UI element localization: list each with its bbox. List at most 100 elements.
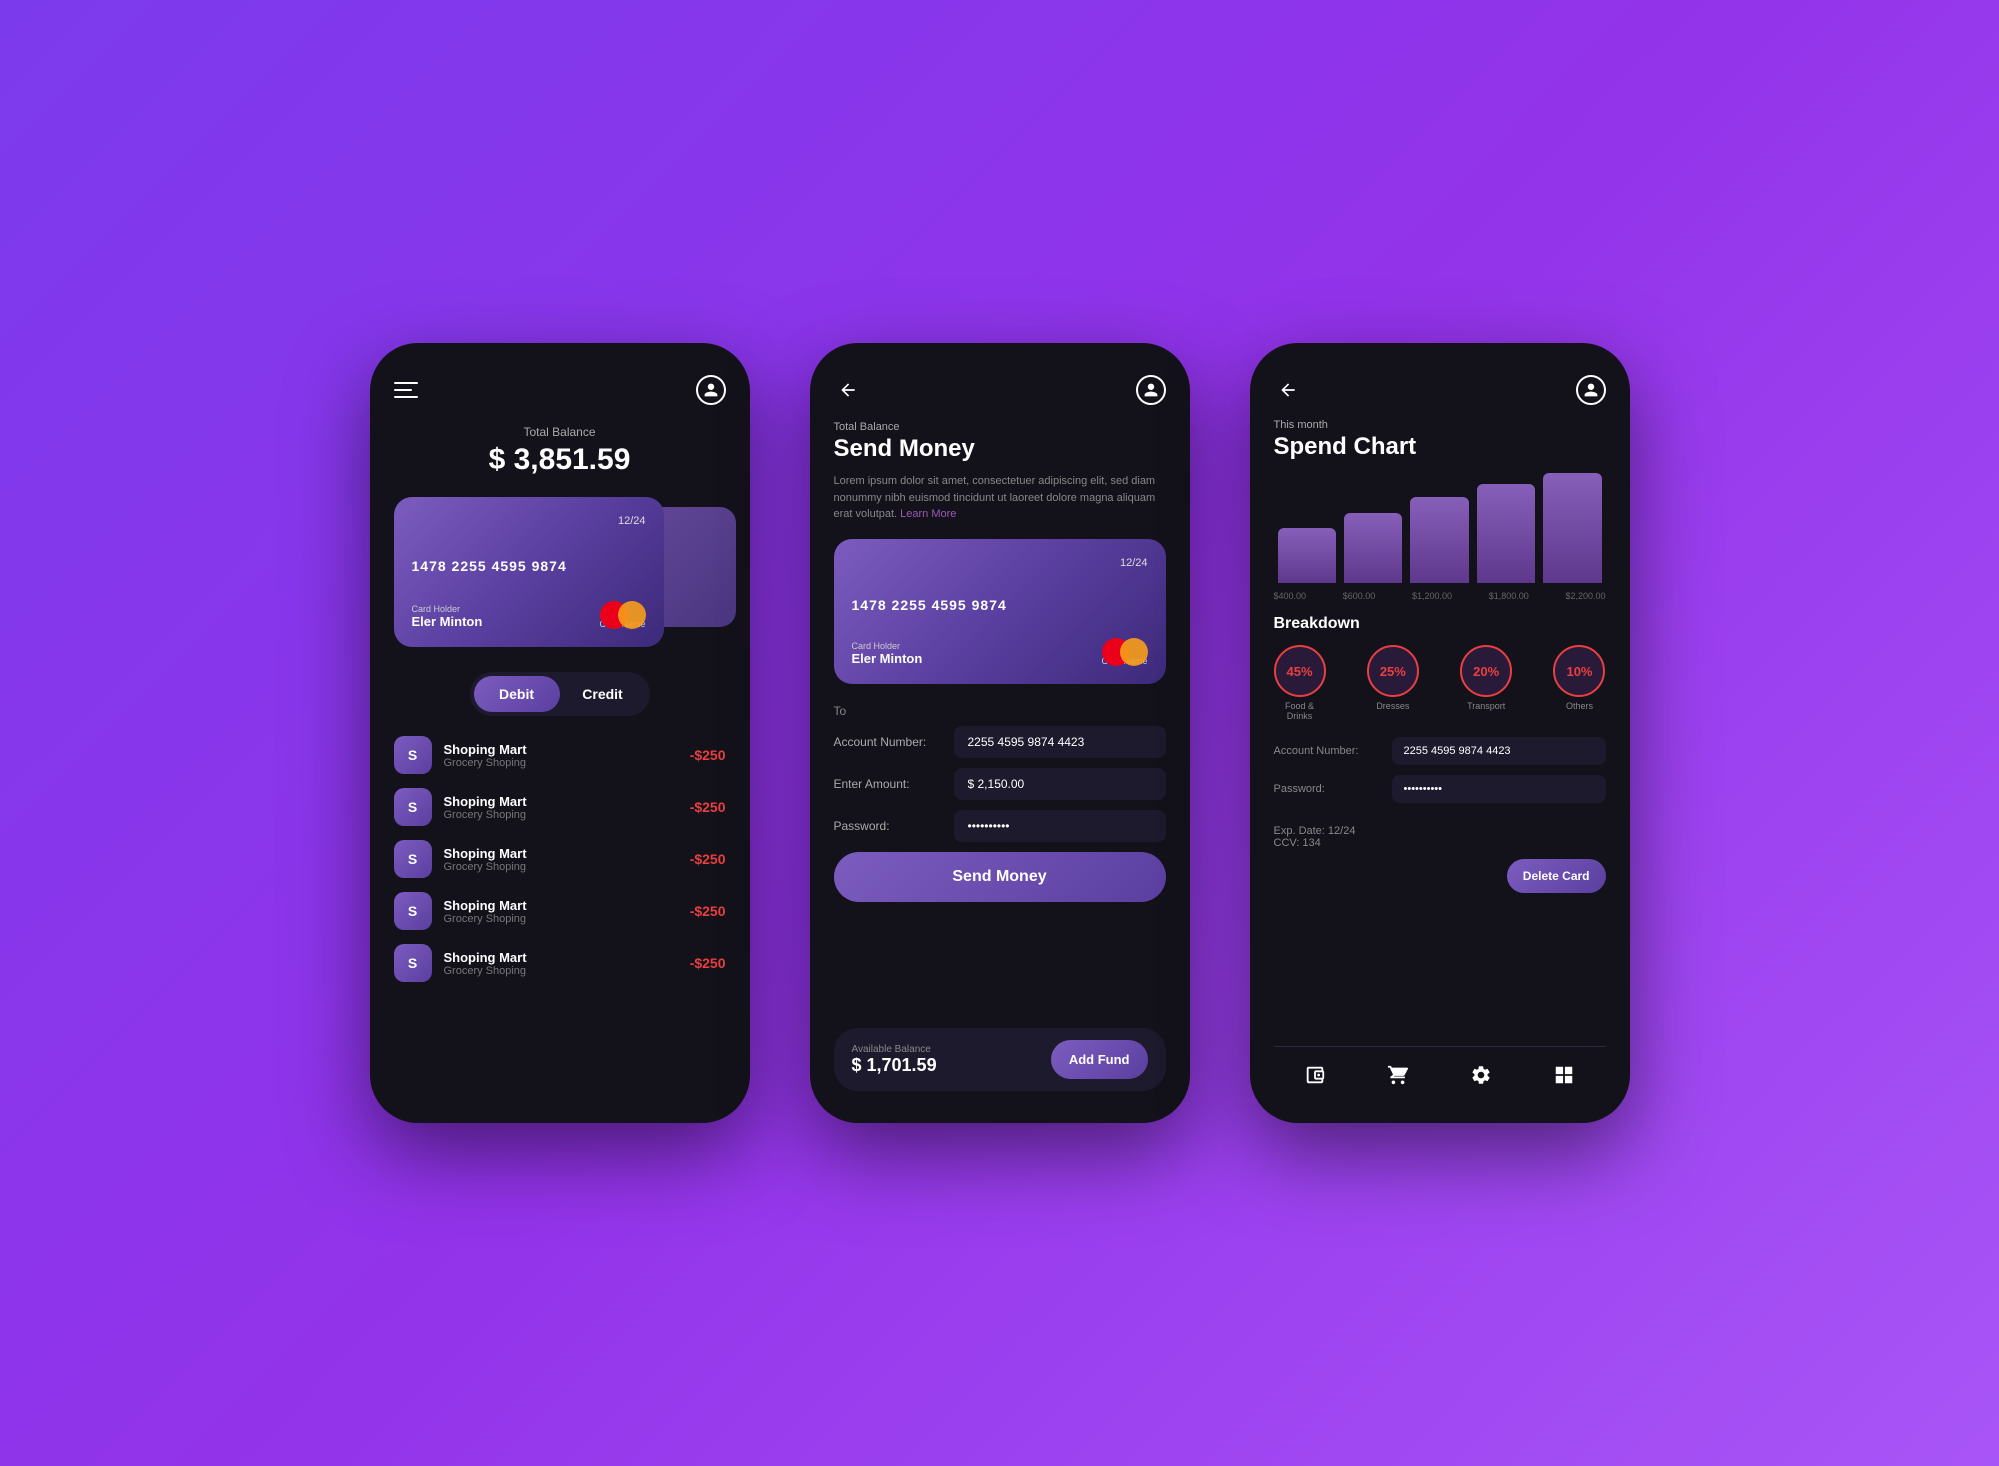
- wallet-nav-icon[interactable]: [1299, 1059, 1331, 1091]
- back-arrow[interactable]: [834, 376, 862, 404]
- transaction-info-2: Shoping Mart Grocery Shoping: [444, 794, 678, 821]
- transaction-amount: -$250: [690, 955, 726, 971]
- transaction-amount: -$250: [690, 903, 726, 919]
- send-card-mastercard: [1102, 638, 1148, 666]
- amount-row: Enter Amount:: [834, 768, 1166, 800]
- transaction-icon-4: S: [394, 892, 432, 930]
- phone-2: Total Balance Send Money Lorem ipsum dol…: [810, 343, 1190, 1123]
- chart-bar-3: [1410, 497, 1468, 583]
- send-money-title: Send Money: [834, 435, 1166, 463]
- send-money-button[interactable]: Send Money: [834, 852, 1166, 902]
- password-detail-label: Password:: [1274, 783, 1384, 795]
- phone2-header: [834, 375, 1166, 405]
- transaction-name: Shoping Mart: [444, 794, 678, 809]
- debit-button[interactable]: Debit: [474, 676, 560, 712]
- transaction-info-4: Shoping Mart Grocery Shoping: [444, 898, 678, 925]
- account-number-label: Account Number:: [834, 735, 944, 749]
- list-item: S Shoping Mart Grocery Shoping -$250: [394, 892, 726, 930]
- profile-icon[interactable]: [696, 375, 726, 405]
- menu-icon[interactable]: [394, 382, 418, 398]
- password-input[interactable]: [954, 810, 1166, 842]
- chart-label-3: $1,200.00: [1412, 591, 1452, 601]
- send-card-holder-name: Eler Minton: [852, 651, 923, 666]
- chart-label-4: $1,800.00: [1489, 591, 1529, 601]
- list-item: S Shoping Mart Grocery Shoping -$250: [394, 788, 726, 826]
- account-number-detail-value: 2255 4595 9874 4423: [1392, 737, 1606, 765]
- breakdown-label-dresses: Dresses: [1376, 701, 1409, 711]
- account-number-detail-label: Account Number:: [1274, 745, 1384, 757]
- breakdown-title: Breakdown: [1274, 615, 1606, 633]
- password-row: Password:: [834, 810, 1166, 842]
- list-item: S Shoping Mart Grocery Shoping -$250: [394, 944, 726, 982]
- transaction-sub: Grocery Shoping: [444, 861, 678, 873]
- amount-label: Enter Amount:: [834, 777, 944, 791]
- amount-input[interactable]: [954, 768, 1166, 800]
- password-label: Password:: [834, 819, 944, 833]
- breakdown-label-food: Food &Drinks: [1285, 701, 1314, 721]
- chart-bar-5: [1543, 473, 1601, 583]
- password-detail-value: ••••••••••: [1392, 775, 1606, 803]
- cart-nav-icon[interactable]: [1382, 1059, 1414, 1091]
- chart-area: [1274, 473, 1606, 583]
- total-balance-amount: $ 3,851.59: [394, 443, 726, 477]
- available-balance-label: Available Balance: [852, 1044, 937, 1055]
- transaction-sub: Grocery Shoping: [444, 965, 678, 977]
- card-holder-label: Card Holder: [412, 604, 483, 614]
- transaction-info-1: Shoping Mart Grocery Shoping: [444, 742, 678, 769]
- chart-bar-2: [1344, 513, 1402, 583]
- account-number-detail-row: Account Number: 2255 4595 9874 4423: [1274, 737, 1606, 765]
- chart-label-1: $400.00: [1274, 591, 1307, 601]
- transaction-sub: Grocery Shoping: [444, 913, 678, 925]
- cards-stack: Card Hold Goutam 1478 225 12/24 1478 225…: [394, 497, 726, 652]
- breakdown-item-food: 45% Food &Drinks: [1274, 645, 1326, 721]
- card-number: 1478 2255 4595 9874: [412, 558, 646, 574]
- breakdown-label-others: Others: [1566, 701, 1593, 711]
- list-item: S Shoping Mart Grocery Shoping -$250: [394, 840, 726, 878]
- profile-icon-2[interactable]: [1136, 375, 1166, 405]
- grid-nav-icon[interactable]: [1548, 1059, 1580, 1091]
- transaction-info-5: Shoping Mart Grocery Shoping: [444, 950, 678, 977]
- chart-bar-1: [1278, 528, 1336, 583]
- transaction-icon-1: S: [394, 736, 432, 774]
- list-item: S Shoping Mart Grocery Shoping -$250: [394, 736, 726, 774]
- transaction-name: Shoping Mart: [444, 950, 678, 965]
- transaction-name: Shoping Mart: [444, 846, 678, 861]
- breakdown-circles: 45% Food &Drinks 25% Dresses 20% Transpo…: [1274, 645, 1606, 721]
- total-balance-label: Total Balance: [394, 425, 726, 439]
- phones-container: Total Balance $ 3,851.59 Card Hold Gouta…: [370, 343, 1630, 1123]
- settings-nav-icon[interactable]: [1465, 1059, 1497, 1091]
- transactions-list: S Shoping Mart Grocery Shoping -$250 S S…: [394, 736, 726, 982]
- learn-more-link[interactable]: Learn More: [900, 508, 956, 520]
- transaction-name: Shoping Mart: [444, 742, 678, 757]
- credit-button[interactable]: Credit: [560, 676, 646, 712]
- transaction-info-3: Shoping Mart Grocery Shoping: [444, 846, 678, 873]
- exp-ccv-delete-row: Exp. Date: 12/24 CCV: 134 Delete Card: [1274, 825, 1606, 893]
- transaction-icon-3: S: [394, 840, 432, 878]
- transaction-amount: -$250: [690, 799, 726, 815]
- chart-bar-4: [1477, 484, 1535, 583]
- card-details-section: Account Number: 2255 4595 9874 4423 Pass…: [1274, 737, 1606, 813]
- chart-labels: $400.00 $600.00 $1,200.00 $1,800.00 $2,2…: [1274, 591, 1606, 601]
- delete-card-button[interactable]: Delete Card: [1507, 859, 1606, 893]
- breakdown-item-dresses: 25% Dresses: [1367, 645, 1419, 721]
- back-arrow-3[interactable]: [1274, 376, 1302, 404]
- transaction-icon-2: S: [394, 788, 432, 826]
- add-fund-button[interactable]: Add Fund: [1051, 1040, 1148, 1079]
- spend-chart-title: Spend Chart: [1274, 433, 1606, 461]
- card-holder-name: Eler Minton: [412, 614, 483, 629]
- breakdown-circle-food: 45%: [1274, 645, 1326, 697]
- available-balance-amount: $ 1,701.59: [852, 1055, 937, 1076]
- chart-label-2: $600.00: [1343, 591, 1376, 601]
- breakdown-circle-transport: 20%: [1460, 645, 1512, 697]
- send-card-number: 1478 2255 4595 9874: [852, 597, 1148, 613]
- profile-icon-3[interactable]: [1576, 375, 1606, 405]
- transaction-amount: -$250: [690, 747, 726, 763]
- send-card-expiry: 12/24: [852, 557, 1148, 569]
- send-card-holder-label: Card Holder: [852, 641, 923, 651]
- password-detail-row: Password: ••••••••••: [1274, 775, 1606, 803]
- account-number-input[interactable]: [954, 726, 1166, 758]
- exp-date: Exp. Date: 12/24 CCV: 134: [1274, 825, 1606, 849]
- mastercard-logo: [600, 601, 646, 629]
- transaction-icon-5: S: [394, 944, 432, 982]
- transaction-amount: -$250: [690, 851, 726, 867]
